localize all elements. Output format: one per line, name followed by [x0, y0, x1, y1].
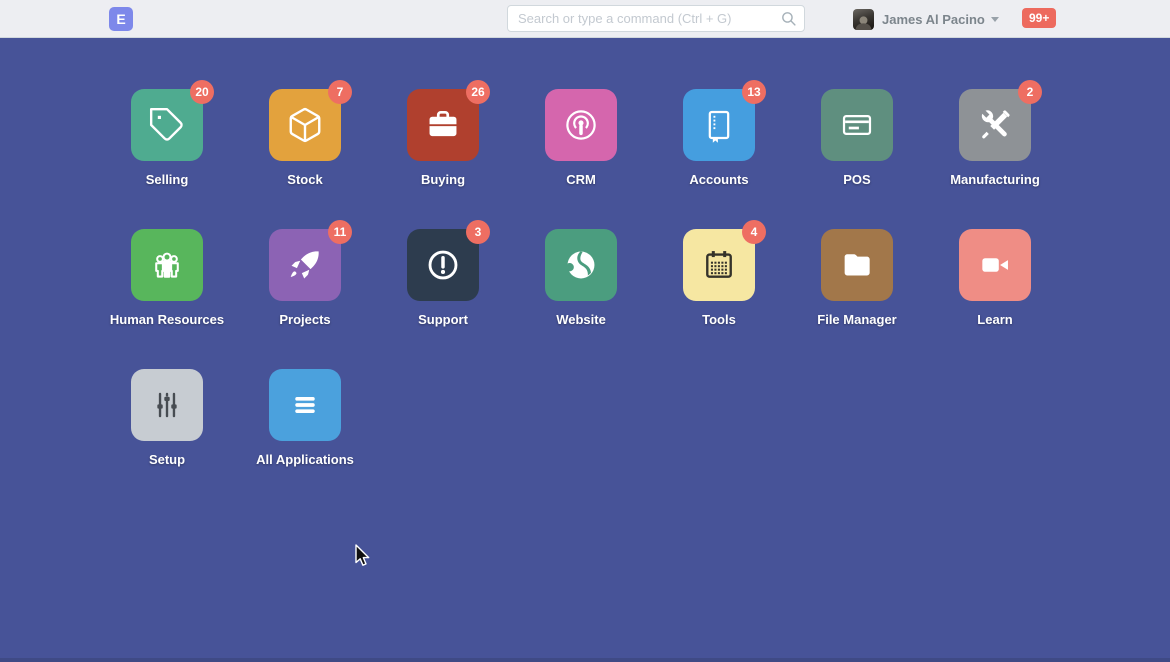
globe-icon — [562, 246, 600, 284]
module-label: Stock — [287, 172, 322, 187]
people-group-icon — [148, 246, 186, 284]
avatar — [853, 9, 874, 30]
tools-icon — [976, 106, 1014, 144]
video-camera-icon — [976, 246, 1014, 284]
module-label: All Applications — [256, 452, 354, 467]
module-tile-pos[interactable]: POS — [788, 89, 926, 187]
open-count-badge: 26 — [466, 80, 490, 104]
open-count-badge: 20 — [190, 80, 214, 104]
open-count-badge: 13 — [742, 80, 766, 104]
module-label: Manufacturing — [950, 172, 1040, 187]
module-tile-tools[interactable]: 4 Tools — [650, 229, 788, 327]
module-tile-manufacturing[interactable]: 2 Manufacturing — [926, 89, 1064, 187]
module-label: Website — [556, 312, 606, 327]
module-label: Buying — [421, 172, 465, 187]
chevron-down-icon — [991, 17, 999, 22]
module-label: POS — [843, 172, 870, 187]
module-label: Setup — [149, 452, 185, 467]
module-tile-learn[interactable]: Learn — [926, 229, 1064, 327]
global-search — [507, 5, 805, 32]
open-count-badge: 7 — [328, 80, 352, 104]
briefcase-icon — [424, 106, 462, 144]
module-grid: 20 Selling 7 Stock 26 Buying CRM 13 Acco… — [98, 89, 1078, 509]
module-tile-human-resources[interactable]: Human Resources — [98, 229, 236, 327]
credit-card-icon — [838, 106, 876, 144]
box-icon — [286, 106, 324, 144]
module-label: CRM — [566, 172, 596, 187]
menu-icon — [286, 386, 324, 424]
module-tile-selling[interactable]: 20 Selling — [98, 89, 236, 187]
sliders-icon — [148, 386, 186, 424]
top-navbar: E James Al Pacino 99+ — [0, 0, 1170, 38]
module-tile-accounts[interactable]: 13 Accounts — [650, 89, 788, 187]
module-tile-all-applications[interactable]: All Applications — [236, 369, 374, 467]
module-tile-stock[interactable]: 7 Stock — [236, 89, 374, 187]
search-input[interactable] — [507, 5, 805, 32]
module-tile-support[interactable]: 3 Support — [374, 229, 512, 327]
module-tile-file-manager[interactable]: File Manager — [788, 229, 926, 327]
module-label: Human Resources — [110, 312, 224, 327]
tag-icon — [148, 106, 186, 144]
module-label: Tools — [702, 312, 736, 327]
module-tile-website[interactable]: Website — [512, 229, 650, 327]
ledger-icon — [700, 106, 738, 144]
folder-icon — [838, 246, 876, 284]
module-label: Projects — [279, 312, 330, 327]
open-count-badge: 2 — [1018, 80, 1042, 104]
open-count-badge: 4 — [742, 220, 766, 244]
module-label: Selling — [146, 172, 189, 187]
module-label: Learn — [977, 312, 1012, 327]
app-logo[interactable]: E — [109, 7, 133, 31]
module-label: Support — [418, 312, 468, 327]
user-name: James Al Pacino — [882, 12, 999, 27]
bottom-edge — [0, 658, 1170, 662]
module-tile-buying[interactable]: 26 Buying — [374, 89, 512, 187]
open-count-badge: 11 — [328, 220, 352, 244]
module-tile-projects[interactable]: 11 Projects — [236, 229, 374, 327]
module-tile-setup[interactable]: Setup — [98, 369, 236, 467]
module-label: File Manager — [817, 312, 896, 327]
notifications-badge[interactable]: 99+ — [1022, 8, 1056, 28]
module-tile-crm[interactable]: CRM — [512, 89, 650, 187]
calendar-icon — [700, 246, 738, 284]
exclamation-circle-icon — [424, 246, 462, 284]
desktop: 20 Selling 7 Stock 26 Buying CRM 13 Acco… — [0, 38, 1170, 662]
open-count-badge: 3 — [466, 220, 490, 244]
user-menu[interactable]: James Al Pacino — [853, 0, 999, 38]
broadcast-icon — [562, 106, 600, 144]
module-label: Accounts — [689, 172, 748, 187]
rocket-icon — [286, 246, 324, 284]
